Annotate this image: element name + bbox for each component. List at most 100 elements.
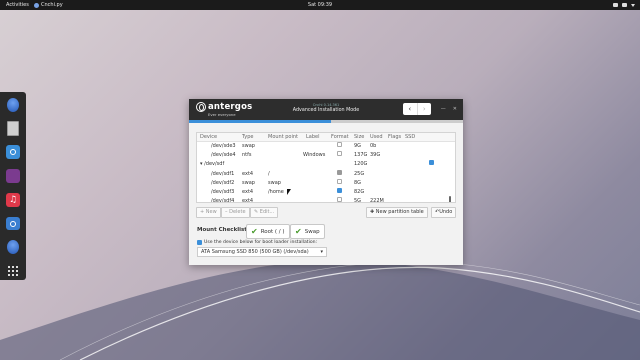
files-icon xyxy=(7,121,19,137)
col-flags[interactable]: Flags xyxy=(388,133,401,142)
col-type[interactable]: Type xyxy=(242,133,253,142)
table-row[interactable]: /dev/sde3 swap 9G 0b xyxy=(197,142,455,151)
bootloader-option[interactable]: Use the device below for boot loader ins… xyxy=(197,240,317,245)
format-checkbox[interactable] xyxy=(337,169,342,175)
cell-device: /dev/sdf3 xyxy=(211,189,235,195)
swap-mount-button[interactable]: ✔ Swap xyxy=(290,224,325,239)
close-icon[interactable]: ✕ xyxy=(453,106,457,112)
swap-mount-label: Swap xyxy=(304,228,320,235)
undo-button[interactable]: ↶Undo xyxy=(431,207,457,218)
ssd-checkbox[interactable] xyxy=(429,160,434,166)
install-progress xyxy=(189,120,463,123)
cell-used: 39G xyxy=(370,152,381,159)
new-partition-button[interactable]: + New xyxy=(196,207,221,218)
root-mount-label: Root ( / ) xyxy=(260,228,285,235)
cell-mount: swap xyxy=(268,179,281,186)
dock-photos[interactable] xyxy=(4,144,22,162)
col-used[interactable]: Used xyxy=(370,133,383,142)
root-mount-button[interactable]: ✔ Root ( / ) xyxy=(246,224,290,239)
dock-music[interactable]: ♫ xyxy=(4,191,22,209)
nav-buttons: ‹ › xyxy=(403,103,431,115)
installer-window: antergos Ever everyone Cnchi 0.14.361 Ad… xyxy=(189,99,463,265)
tweaks-icon xyxy=(6,169,20,184)
cell-type: ext4 xyxy=(242,189,254,195)
cell-type: ntfs xyxy=(242,152,252,159)
table-header: Device Type Mount point Label Format Siz… xyxy=(197,133,455,142)
cell-size: 9G xyxy=(354,143,362,149)
new-table-label: New partition table xyxy=(375,209,424,215)
cell-size: 137G xyxy=(354,152,368,159)
table-row[interactable]: /dev/sdf1 ext4 / 25G xyxy=(197,169,455,179)
col-format[interactable]: Format xyxy=(331,133,349,142)
minimize-icon[interactable]: — xyxy=(441,106,446,112)
table-row[interactable]: ▾ /dev/sdf 120G xyxy=(197,160,455,169)
table-row[interactable]: /dev/sdf3 ext4/home 82G xyxy=(197,188,455,197)
app-icon xyxy=(34,2,39,8)
cell-type: swap xyxy=(242,143,255,149)
back-button[interactable]: ‹ xyxy=(403,103,417,115)
cell-size: 8G xyxy=(354,179,362,186)
format-checkbox[interactable] xyxy=(337,178,342,184)
table-row[interactable]: /dev/sdf4 ext4 5G 222M xyxy=(197,197,455,203)
dock-antergos-installer[interactable] xyxy=(4,96,22,114)
show-applications-button[interactable] xyxy=(4,262,22,280)
new-partition-table-button[interactable]: ✚ New partition table xyxy=(366,207,428,218)
delete-partition-button[interactable]: – Delete xyxy=(221,207,250,218)
edit-partition-button[interactable]: ✎ Edit... xyxy=(250,207,279,218)
dock-camera[interactable] xyxy=(4,215,22,233)
cell-size: 120G xyxy=(354,161,368,168)
checkmark-icon: ✔ xyxy=(295,227,302,236)
app-name: Cnchi.py xyxy=(41,2,63,8)
dock-tweaks[interactable] xyxy=(4,167,22,185)
cell-device: ▾ /dev/sdf xyxy=(200,161,225,168)
format-checkbox[interactable] xyxy=(337,142,342,147)
logo-wordmark: antergos xyxy=(208,102,253,112)
dock: ♫ xyxy=(0,92,26,280)
app-menu[interactable]: Cnchi.py xyxy=(34,2,63,8)
bootloader-label: Use the device below for boot loader ins… xyxy=(204,240,318,245)
antergos-icon xyxy=(7,97,19,112)
partition-toolbar: + New – Delete ✎ Edit... ✚ New partition… xyxy=(196,207,457,219)
col-label[interactable]: Label xyxy=(306,133,320,142)
logo-mark-icon xyxy=(196,102,206,112)
cell-mount: /home xyxy=(268,189,284,195)
cell-device: /dev/sdf2 xyxy=(211,179,235,186)
apps-grid-icon xyxy=(7,265,19,277)
cell-size: 82G xyxy=(354,189,365,195)
scrollbar[interactable] xyxy=(449,196,451,202)
mouse-cursor xyxy=(287,189,291,195)
cell-device: /dev/sde4 xyxy=(211,152,236,159)
col-ssd[interactable]: SSD xyxy=(405,133,415,142)
dropdown-arrow-icon: ▾ xyxy=(320,249,323,255)
antergos-icon xyxy=(7,240,19,255)
clock[interactable]: Sat 09:39 xyxy=(0,2,640,8)
antergos-logo: antergos Ever everyone xyxy=(196,102,253,117)
activities-button[interactable]: Activities xyxy=(6,2,29,8)
bootloader-device-select[interactable]: ATA Samsung SSD 850 (500 GB) (/dev/sda) … xyxy=(197,247,327,257)
partition-table: Device Type Mount point Label Format Siz… xyxy=(196,132,456,203)
forward-button[interactable]: › xyxy=(416,103,432,115)
table-row[interactable]: /dev/sdf2 swap swap 8G xyxy=(197,178,455,188)
mount-checklist-label: Mount Checklist: xyxy=(197,227,250,233)
col-mount[interactable]: Mount point xyxy=(268,133,298,142)
format-checkbox[interactable] xyxy=(337,197,342,202)
dock-antergos-2[interactable] xyxy=(4,239,22,257)
chevron-down-icon xyxy=(631,3,635,7)
cell-type: swap xyxy=(242,179,255,186)
system-menu[interactable] xyxy=(613,3,635,7)
format-checkbox[interactable] xyxy=(337,151,342,157)
bootloader-checkbox[interactable] xyxy=(197,240,202,245)
network-icon xyxy=(613,3,618,7)
col-size[interactable]: Size xyxy=(354,133,364,142)
progress-fill xyxy=(189,120,332,123)
col-device[interactable]: Device xyxy=(200,133,217,142)
camera-icon xyxy=(6,217,20,231)
undo-label: Undo xyxy=(439,209,453,215)
cell-type: ext4 xyxy=(242,198,254,203)
cell-label: Windows xyxy=(303,152,326,159)
dock-files[interactable] xyxy=(4,120,22,138)
format-checkbox[interactable] xyxy=(337,188,342,193)
cell-size: 25G xyxy=(354,170,365,177)
table-row[interactable]: /dev/sde4 ntfs Windows 137G 39G xyxy=(197,151,455,160)
cell-device: /dev/sdf4 xyxy=(211,198,235,203)
